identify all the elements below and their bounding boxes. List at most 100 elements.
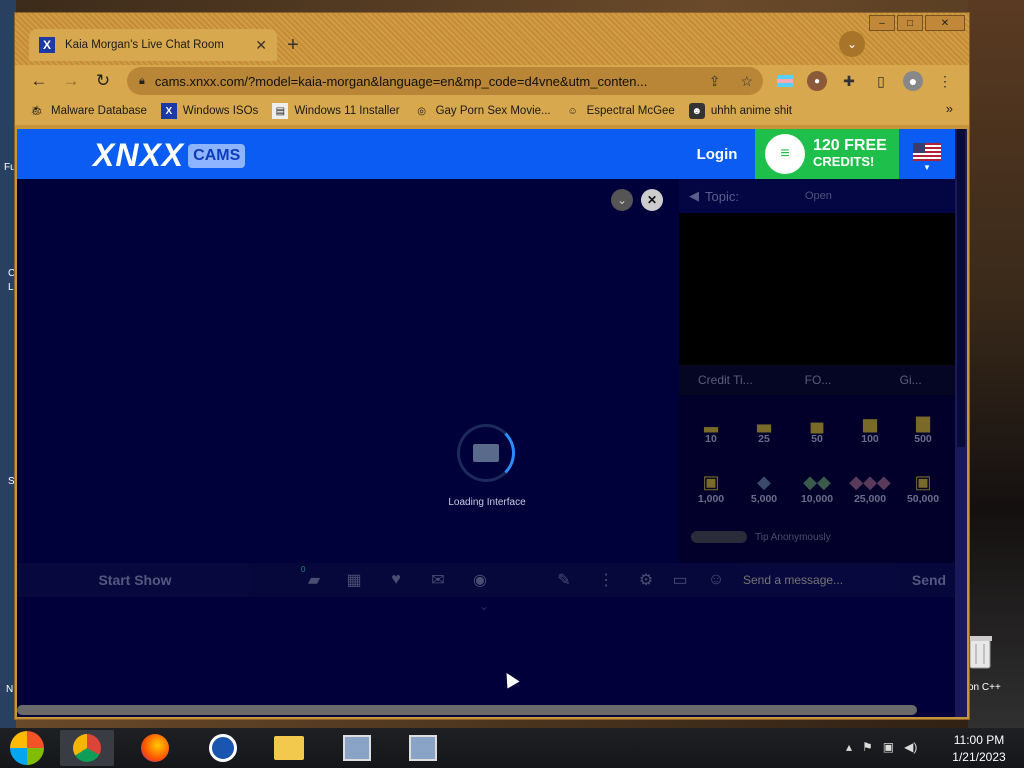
tip-anonymously-toggle[interactable]: Tip Anonymously <box>691 531 831 543</box>
tip-option[interactable]: ▃ 25 <box>740 405 788 445</box>
tip-option[interactable]: ▄ 50 <box>793 405 841 445</box>
taskbar-setup[interactable] <box>330 730 384 766</box>
tip-option[interactable]: ◆ 5,000 <box>740 465 788 505</box>
tab-close-icon[interactable]: ✕ <box>255 37 267 54</box>
chevron-down-icon[interactable]: ▼ <box>923 163 931 172</box>
tip-option[interactable]: ▂ 10 <box>687 405 735 445</box>
treasure-chest-icon: ▣ <box>702 472 720 492</box>
bookmarks-overflow-button[interactable]: » <box>946 101 953 116</box>
close-window-button[interactable]: ✕ <box>925 15 965 31</box>
title-bar[interactable]: X Kaia Morgan's Live Chat Room ✕ + ⌄ – □… <box>15 13 969 65</box>
extension-avatar-icon[interactable]: ● <box>807 71 827 91</box>
bookmark-malware-database[interactable]: 🐞︎ Malware Database <box>29 103 147 119</box>
login-button[interactable]: Login <box>679 129 755 179</box>
grid-icon[interactable]: ▦ <box>343 569 365 591</box>
volume-icon[interactable]: ◀) <box>904 740 917 754</box>
tip-option[interactable]: ▣ 1,000 <box>687 465 735 505</box>
face-icon: ☺ <box>567 105 578 117</box>
desktop-icon-label: on C++ <box>968 682 1001 693</box>
mail-icon[interactable]: ✉ <box>427 569 449 591</box>
us-flag-icon[interactable] <box>913 143 941 161</box>
tip-option[interactable]: ▣ 50,000 <box>899 465 947 505</box>
address-bar[interactable]: 🔒︎ cams.xnxx.com/?model=kaia-morgan&lang… <box>127 67 763 95</box>
profile-avatar-icon[interactable]: ● <box>903 71 923 91</box>
recycle-bin-icon[interactable] <box>966 634 994 670</box>
chat-controls-bar: Start Show ▰ 0 ▦ ♥ ✉ ◉ ✎ ⋮ ⚙ ▭ ☺ Send <box>17 563 957 597</box>
anime-icon: ☻ <box>688 103 705 119</box>
webcam-icon[interactable]: ◉ <box>469 569 491 591</box>
emoji-icon[interactable]: ☺ <box>705 569 727 591</box>
browser-tab[interactable]: X Kaia Morgan's Live Chat Room ✕ <box>29 29 277 61</box>
url-text[interactable]: cams.xnxx.com/?model=kaia-morgan&languag… <box>155 74 699 89</box>
side-panel-icon[interactable]: ▯ <box>871 71 891 91</box>
coin-pile-icon: ▆ <box>916 412 930 432</box>
gem-pile-icon: ◆◆◆ <box>849 472 891 492</box>
credits-line1: 120 FREE <box>813 137 887 154</box>
tip-option[interactable]: ▅ 100 <box>846 405 894 445</box>
more-options-icon[interactable]: ⋮ <box>595 569 617 591</box>
show-hidden-icons-icon[interactable]: ▴ <box>846 740 852 754</box>
tip-option[interactable]: ◆◆◆ 25,000 <box>846 465 894 505</box>
taskbar-firefox[interactable] <box>128 730 182 766</box>
credits-line2: CREDITS! <box>813 154 875 169</box>
system-clock[interactable]: 11:00 PM 1/21/2023 <box>942 732 1016 766</box>
start-button[interactable] <box>10 731 44 765</box>
flag-extension-icon[interactable] <box>775 71 795 91</box>
chevron-down-icon[interactable]: ⌄ <box>479 599 489 613</box>
browser-window: X Kaia Morgan's Live Chat Room ✕ + ⌄ – □… <box>14 12 970 720</box>
bookmark-windows-isos[interactable]: X Windows ISOs <box>160 103 258 119</box>
taskbar-app[interactable] <box>196 730 250 766</box>
new-tab-button[interactable]: + <box>281 33 305 57</box>
back-arrow-icon[interactable]: ← <box>27 69 51 93</box>
installer-icon <box>343 735 371 761</box>
collapse-chevron-icon[interactable]: ⌄ <box>611 189 633 211</box>
bookmark-espectral-mcgee[interactable]: ☺ Espectral McGee <box>565 103 675 119</box>
chrome-icon <box>73 734 101 762</box>
heart-icon[interactable]: ♥ <box>385 569 407 591</box>
tip-option[interactable]: ◆◆ 10,000 <box>793 465 841 505</box>
bookmark-gay-porn-sex-movie[interactable]: ◎ Gay Porn Sex Movie... <box>414 103 550 119</box>
action-center-flag-icon[interactable]: ⚑ <box>862 740 873 754</box>
tab-gi[interactable]: Gi... <box>864 365 957 395</box>
topic-label: Topic: <box>705 188 739 204</box>
forward-arrow-icon[interactable]: → <box>59 69 83 93</box>
toggle-switch[interactable] <box>691 531 747 543</box>
start-show-button[interactable]: Start Show <box>17 563 253 597</box>
bookmark-windows-11-installer[interactable]: ▤ Windows 11 Installer <box>272 103 400 119</box>
chat-users-icon[interactable]: ▰ <box>303 569 325 591</box>
monitor-icon <box>473 444 499 462</box>
tab-credit-tips[interactable]: Credit Ti... <box>679 365 772 395</box>
network-icon[interactable]: ▣ <box>883 740 894 754</box>
settings-gear-icon[interactable]: ⚙ <box>635 569 657 591</box>
close-icon[interactable]: ✕ <box>641 189 663 211</box>
horizontal-scrollbar[interactable] <box>17 705 917 715</box>
taskbar-chrome[interactable] <box>60 730 114 766</box>
reload-icon[interactable]: ↻ <box>91 69 115 93</box>
bookmark-star-icon[interactable]: ☆ <box>740 73 753 90</box>
tip-option[interactable]: ▆ 500 <box>899 405 947 445</box>
share-icon[interactable]: ⇪ <box>709 73 721 90</box>
page-icon: ▤ <box>272 103 289 119</box>
menu-kebab-icon[interactable]: ⋮ <box>935 71 955 91</box>
maximize-button[interactable]: □ <box>897 15 923 31</box>
site-logo[interactable]: XNXX CAMS <box>93 137 246 174</box>
site-header: XNXX CAMS Login ≡ 120 FREE CREDITS! ▼ <box>17 129 957 179</box>
send-button[interactable]: Send <box>901 563 957 597</box>
taskbar-setup[interactable] <box>396 730 450 766</box>
edit-icon[interactable]: ✎ <box>553 569 575 591</box>
app-icon <box>209 734 237 762</box>
tab-search-button[interactable]: ⌄ <box>839 31 865 57</box>
lock-icon[interactable]: 🔒︎ <box>139 75 145 88</box>
bookmark-uhhh-anime-shit[interactable]: ☻ uhhh anime shit <box>688 103 792 119</box>
vertical-scroll-thumb[interactable] <box>957 129 965 447</box>
chat-bubble-icon[interactable]: ▭ <box>669 569 691 591</box>
extensions-puzzle-icon[interactable]: ✚ <box>839 71 859 91</box>
coin-stack-icon: ▃ <box>757 412 771 432</box>
free-credits-button[interactable]: ≡ 120 FREE CREDITS! <box>755 129 899 179</box>
taskbar-file-explorer[interactable] <box>262 730 316 766</box>
coin-stack-icon: ▅ <box>863 412 877 432</box>
tab-fo[interactable]: FO... <box>772 365 865 395</box>
minimize-button[interactable]: – <box>869 15 895 31</box>
message-input[interactable] <box>739 567 899 593</box>
video-player[interactable]: ⌄ ✕ Loading Interface <box>17 179 679 563</box>
